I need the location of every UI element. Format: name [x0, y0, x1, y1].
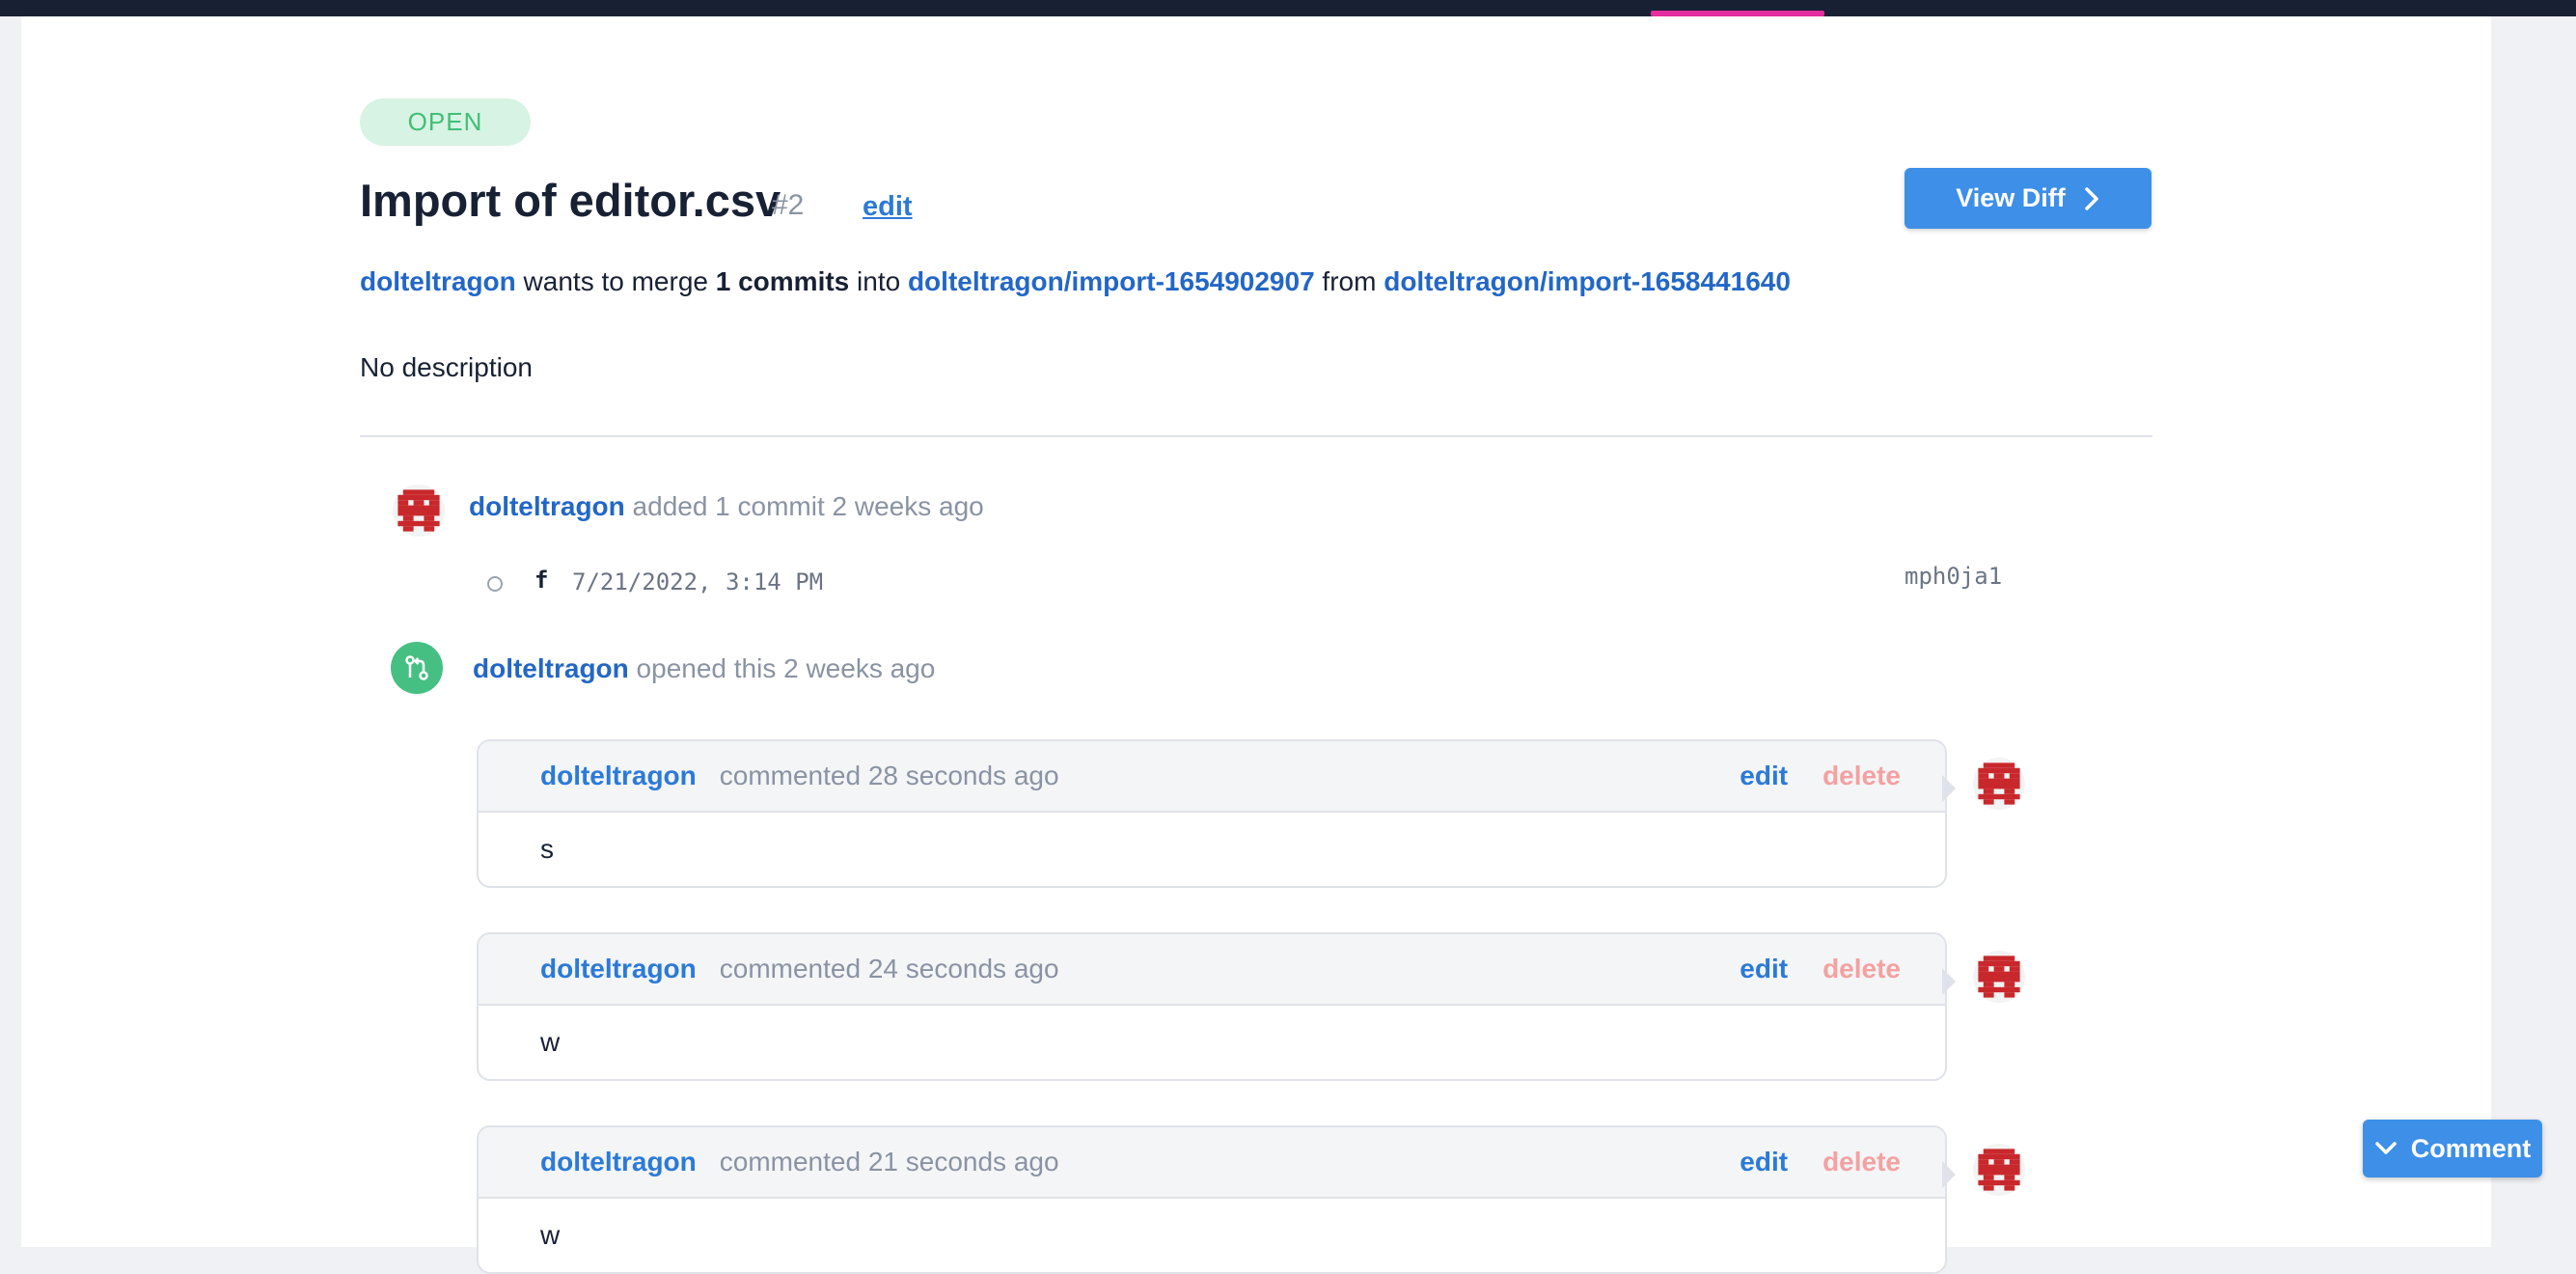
commit-count: 1 commits [715, 266, 850, 296]
chevron-right-icon [2085, 186, 2098, 210]
commit-event-user[interactable]: dolteltragon [469, 491, 625, 521]
comment-button-label: Comment [2410, 1133, 2532, 1163]
comment-author[interactable]: dolteltragon [540, 761, 697, 791]
commit-event: dolteltragon added 1 commit 2 weeks ago [469, 491, 984, 522]
comment-author[interactable]: dolteltragon [540, 954, 697, 984]
commit-date: 7/21/2022, 3:14 PM [572, 568, 824, 595]
commit-message[interactable]: f [534, 567, 548, 594]
commit-hash[interactable]: mph0ja1 [1905, 563, 2002, 590]
comment-card: dolteltragon commented 24 seconds ago ed… [477, 932, 1947, 1081]
divider [360, 435, 2152, 437]
opened-event-text: opened this 2 weeks ago [628, 653, 936, 683]
state-badge: OPEN [360, 98, 531, 146]
delete-comment-button[interactable]: delete [1822, 954, 1901, 984]
commit-dot-icon [487, 576, 503, 592]
comment-header: dolteltragon commented 28 seconds ago ed… [479, 741, 1945, 813]
page-title: Import of editor.csv [360, 175, 781, 226]
commit-event-text: added 1 commit 2 weeks ago [624, 491, 984, 521]
comment-body: w [540, 1027, 561, 1057]
comment-button[interactable]: Comment [2363, 1120, 2542, 1177]
author-link[interactable]: dolteltragon [360, 266, 516, 296]
comment-header: dolteltragon commented 24 seconds ago ed… [479, 934, 1945, 1006]
edit-comment-button[interactable]: edit [1740, 1147, 1788, 1177]
comment-pointer [1942, 1161, 1956, 1188]
comment-time: commented 24 seconds ago [719, 954, 1059, 983]
comment-pointer [1942, 775, 1956, 802]
view-diff-button[interactable]: View Diff [1905, 168, 2151, 229]
comment-body: s [540, 834, 554, 864]
pull-request-opened-badge [391, 642, 443, 694]
merge-text-1: wants to merge [515, 266, 716, 296]
top-nav-bar [0, 0, 2576, 16]
edit-comment-button[interactable]: edit [1740, 761, 1788, 791]
avatar [1973, 951, 2025, 1003]
chevron-down-icon [2374, 1142, 2397, 1154]
view-diff-label: View Diff [1956, 183, 2066, 212]
opened-event-user[interactable]: dolteltragon [473, 653, 629, 683]
comment-header: dolteltragon commented 21 seconds ago ed… [479, 1127, 1945, 1199]
merge-text-3: from [1314, 266, 1384, 296]
avatar [1973, 1144, 2025, 1196]
edit-title-link[interactable]: edit [863, 191, 913, 223]
comment-time: commented 28 seconds ago [719, 761, 1059, 790]
avatar [1973, 758, 2025, 810]
git-pull-request-icon [405, 655, 428, 680]
comment-time: commented 21 seconds ago [719, 1147, 1059, 1177]
comment-author[interactable]: dolteltragon [540, 1147, 697, 1177]
avatar [393, 485, 445, 537]
to-branch-link[interactable]: dolteltragon/import-1654902907 [908, 266, 1315, 296]
avatar-identicon [393, 485, 445, 537]
comment-body: w [540, 1220, 561, 1250]
avatar-identicon [1973, 951, 2025, 1003]
merge-text-2: into [849, 266, 908, 296]
merge-summary: dolteltragon wants to merge 1 commits in… [360, 266, 1791, 297]
comment-card: dolteltragon commented 28 seconds ago ed… [477, 739, 1947, 888]
comment-card: dolteltragon commented 21 seconds ago ed… [477, 1125, 1947, 1274]
pr-number: #2 [772, 189, 805, 221]
from-branch-link[interactable]: dolteltragon/import-1658441640 [1384, 266, 1791, 296]
avatar-identicon [1973, 758, 2025, 810]
comment-pointer [1942, 968, 1956, 995]
edit-comment-button[interactable]: edit [1740, 954, 1788, 984]
opened-event: dolteltragon opened this 2 weeks ago [473, 653, 935, 684]
pr-description: No description [360, 352, 533, 382]
delete-comment-button[interactable]: delete [1822, 1147, 1901, 1177]
delete-comment-button[interactable]: delete [1822, 761, 1901, 791]
avatar-identicon [1973, 1144, 2025, 1196]
